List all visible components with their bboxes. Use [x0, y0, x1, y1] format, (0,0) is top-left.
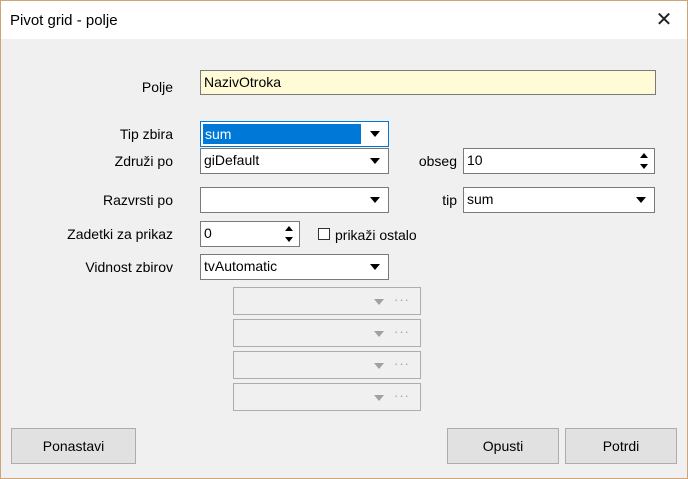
tip-zbira-value: sum — [203, 124, 361, 144]
vidnost-select[interactable]: tvAutomatic — [200, 254, 389, 280]
potrdi-button[interactable]: Potrdi — [565, 428, 677, 464]
dialog-body: Polje NazivOtroka Tip zbira sum Združi p… — [1, 39, 687, 478]
chevron-down-icon[interactable] — [362, 255, 388, 279]
razvrsti-po-label: Razvrsti po — [102, 192, 173, 208]
zadetki-stepper[interactable]: 0 — [200, 221, 300, 247]
obseg-stepper[interactable]: 10 — [463, 148, 655, 174]
disabled-combo-1: ··· — [233, 287, 421, 315]
obseg-value: 10 — [467, 152, 483, 168]
chevron-down-icon — [374, 395, 384, 401]
tip-value: sum — [467, 191, 494, 207]
ellipsis-icon: ··· — [394, 388, 410, 403]
zadetki-label: Zadetki za prikaz — [67, 226, 173, 242]
chevron-down-icon[interactable] — [362, 149, 388, 173]
ponastavi-button[interactable]: Ponastavi — [11, 428, 136, 464]
close-icon[interactable]: ✕ — [652, 8, 676, 32]
spin-up-icon[interactable] — [640, 153, 648, 158]
polje-field[interactable]: NazivOtroka — [200, 70, 656, 95]
tip-zbira-select[interactable]: sum — [200, 121, 389, 147]
dialog-window: Pivot grid - polje ✕ Polje NazivOtroka T… — [0, 0, 688, 479]
ellipsis-icon: ··· — [394, 292, 410, 307]
opusti-button[interactable]: Opusti — [447, 428, 559, 464]
vidnost-value: tvAutomatic — [204, 258, 278, 274]
zadetki-value: 0 — [204, 225, 212, 241]
zdruzi-po-value: giDefault — [204, 152, 260, 168]
checkbox-box[interactable] — [318, 228, 330, 240]
zdruzi-po-label: Združi po — [114, 153, 173, 169]
chevron-down-icon — [374, 363, 384, 369]
tip-zbira-label: Tip zbira — [119, 126, 173, 142]
spin-up-icon[interactable] — [285, 226, 293, 231]
chevron-down-icon[interactable] — [362, 188, 388, 212]
obseg-label: obseg — [418, 153, 457, 169]
chevron-down-icon — [374, 299, 384, 305]
chevron-down-icon[interactable] — [628, 188, 654, 212]
razvrsti-po-select[interactable] — [200, 187, 389, 213]
spin-down-icon[interactable] — [640, 164, 648, 169]
zdruzi-po-select[interactable]: giDefault — [200, 148, 389, 174]
disabled-combo-3: ··· — [233, 351, 421, 379]
spin-down-icon[interactable] — [285, 237, 293, 242]
prikazi-ostalo-label: prikaži ostalo — [335, 227, 417, 243]
window-title: Pivot grid - polje — [10, 12, 118, 29]
chevron-down-icon[interactable] — [362, 122, 388, 146]
prikazi-ostalo-checkbox[interactable]: prikaži ostalo — [318, 227, 458, 245]
vidnost-label: Vidnost zbirov — [85, 259, 173, 275]
disabled-combo-2: ··· — [233, 319, 421, 347]
ellipsis-icon: ··· — [394, 324, 410, 339]
tip-select[interactable]: sum — [463, 187, 655, 213]
disabled-combo-4: ··· — [233, 383, 421, 411]
title-bar: Pivot grid - polje ✕ — [1, 1, 687, 39]
chevron-down-icon — [374, 331, 384, 337]
ellipsis-icon: ··· — [394, 356, 410, 371]
polje-label: Polje — [141, 79, 173, 95]
tip-label: tip — [442, 192, 457, 208]
